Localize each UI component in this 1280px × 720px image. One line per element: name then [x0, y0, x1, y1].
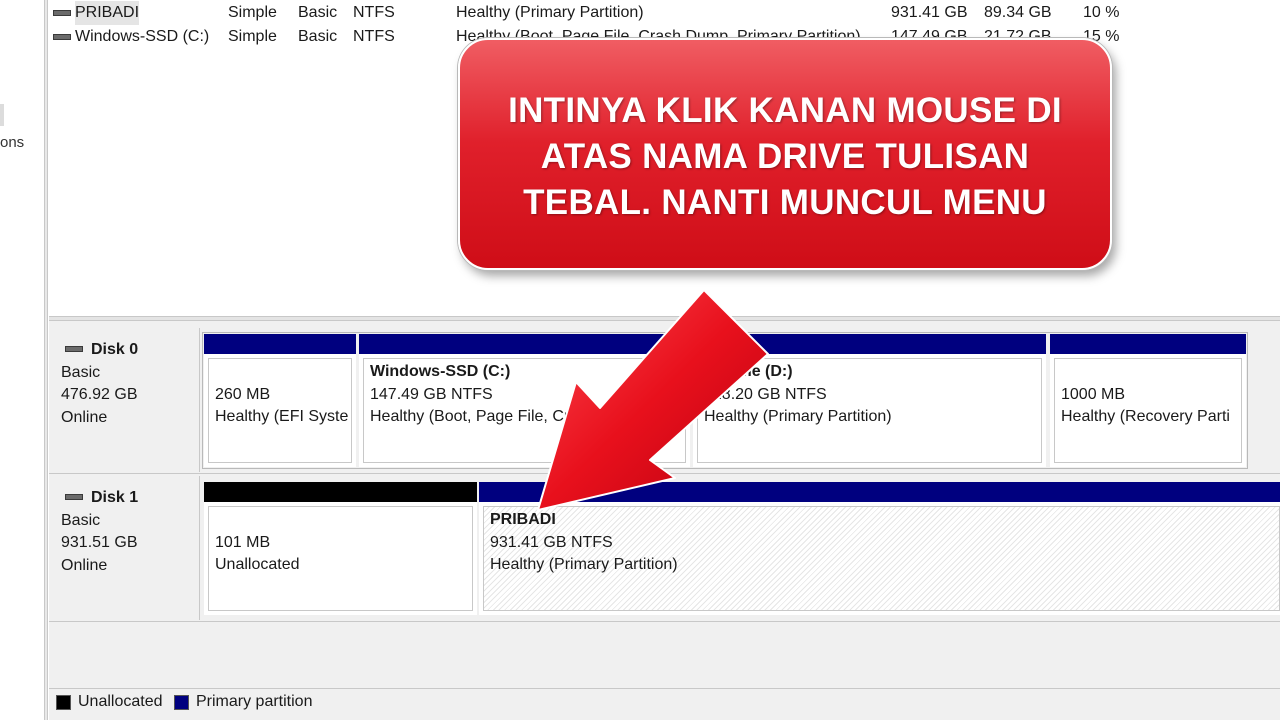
callout-bubble: INTINYA KLIK KANAN MOUSE DI ATAS NAMA DR… — [458, 38, 1112, 270]
volume-row[interactable]: PRIBADI Simple Basic NTFS Healthy (Prima… — [49, 1, 1280, 25]
volume-name[interactable]: PRIBADI — [75, 1, 140, 25]
unallocated-bar — [204, 482, 477, 502]
volume-fs: NTFS — [353, 28, 395, 45]
partition-name[interactable]: Volume (D:) — [704, 363, 793, 380]
volume-type: Basic — [298, 4, 338, 21]
volume-capacity: 931.41 GB — [891, 4, 968, 21]
primary-partition-bar — [693, 334, 1046, 354]
disk-row-separator — [49, 621, 1280, 622]
partition-status: Healthy (EFI Syste — [215, 408, 349, 425]
nav-item-fragment[interactable]: ons — [0, 134, 24, 151]
partition-name[interactable]: Windows-SSD (C:) — [370, 363, 510, 380]
disk-title-text: Disk 1 — [91, 489, 139, 506]
partition-body: Volume (D:) 328.20 GB NTFS Healthy (Prim… — [697, 358, 1042, 463]
pane-splitter[interactable] — [44, 0, 48, 720]
partition-pribadi[interactable]: PRIBADI 931.41 GB NTFS Healthy (Primary … — [479, 482, 1280, 615]
volume-type: Basic — [298, 28, 338, 45]
partition-volume-d[interactable]: Volume (D:) 328.20 GB NTFS Healthy (Prim… — [693, 334, 1046, 467]
partition-recovery[interactable]: 1000 MB Healthy (Recovery Parti — [1050, 334, 1246, 467]
disk-icon — [65, 346, 83, 352]
partition-status: Healthy (Recovery Parti — [1061, 408, 1230, 425]
partition-size: 1000 MB — [1061, 385, 1126, 403]
volume-fs: NTFS — [353, 4, 395, 21]
partition-size: 328.20 GB NTFS — [704, 385, 827, 403]
disk-graphical-view: Disk 0 Basic 476.92 GB Online 260 MB Hea… — [49, 321, 1280, 720]
drive-icon — [53, 10, 71, 16]
disk-1-label[interactable]: Disk 1 Basic 931.51 GB Online — [49, 476, 200, 620]
disk-title: Disk 0 — [61, 339, 199, 362]
partition-body-selected: PRIBADI 931.41 GB NTFS Healthy (Primary … — [483, 506, 1280, 611]
partition-body: 101 MB Unallocated — [208, 506, 473, 611]
nav-item-highlight[interactable] — [0, 104, 4, 126]
legend-swatch-unallocated — [56, 695, 71, 710]
partition-status: Healthy (Primary Partition) — [490, 556, 678, 573]
disk-type: Basic — [61, 363, 101, 381]
callout-text: INTINYA KLIK KANAN MOUSE DI ATAS NAMA DR… — [508, 91, 1062, 222]
volume-free: 89.34 GB — [984, 4, 1052, 21]
partition-body: 260 MB Healthy (EFI Syste — [208, 358, 352, 463]
primary-partition-bar — [359, 334, 690, 354]
partition-size: 260 MB — [215, 385, 271, 403]
partition-name[interactable]: PRIBADI — [490, 511, 556, 528]
primary-partition-bar — [1050, 334, 1246, 354]
disk-state: Online — [61, 408, 108, 426]
volume-layout: Simple — [228, 4, 277, 21]
disk-type: Basic — [61, 511, 101, 529]
partition-windows-ssd[interactable]: Windows-SSD (C:) 147.49 GB NTFS Healthy … — [359, 334, 690, 467]
partition-unallocated[interactable]: 101 MB Unallocated — [204, 482, 477, 615]
drive-icon — [53, 34, 71, 40]
partition-status: Unallocated — [215, 556, 300, 573]
partition-size: 931.41 GB NTFS — [490, 533, 613, 551]
volume-pct-free: 10 % — [1083, 4, 1120, 21]
legend-label-unallocated: Unallocated — [78, 693, 163, 710]
partition-body: 1000 MB Healthy (Recovery Parti — [1054, 358, 1242, 463]
partition-body: Windows-SSD (C:) 147.49 GB NTFS Healthy … — [363, 358, 686, 463]
volume-layout: Simple — [228, 28, 277, 45]
partition-size: 101 MB — [215, 533, 271, 551]
disk-row-separator — [49, 473, 1280, 474]
disk-title-text: Disk 0 — [91, 341, 139, 358]
left-nav-pane — [0, 0, 44, 720]
partition-status: Healthy (Primary Partition) — [704, 408, 892, 425]
primary-partition-bar — [479, 482, 1280, 502]
legend-label-primary: Primary partition — [196, 693, 313, 710]
legend-bar: Unallocated Primary partition — [49, 688, 1280, 720]
partition-status: Healthy (Boot, Page File, Cr — [370, 408, 570, 425]
disk-size: 931.51 GB — [61, 534, 138, 551]
partition-efi[interactable]: 260 MB Healthy (EFI Syste — [204, 334, 356, 467]
disk-0-label[interactable]: Disk 0 Basic 476.92 GB Online — [49, 328, 200, 472]
disk-icon — [65, 494, 83, 500]
partition-size: 147.49 GB NTFS — [370, 385, 493, 403]
primary-partition-bar — [204, 334, 356, 354]
disk-title: Disk 1 — [61, 487, 199, 510]
volume-name[interactable]: Windows-SSD (C:) — [75, 25, 209, 49]
disk-state: Online — [61, 556, 108, 574]
disk-size: 476.92 GB — [61, 386, 138, 403]
volume-status: Healthy (Primary Partition) — [456, 4, 644, 21]
legend-swatch-primary — [174, 695, 189, 710]
